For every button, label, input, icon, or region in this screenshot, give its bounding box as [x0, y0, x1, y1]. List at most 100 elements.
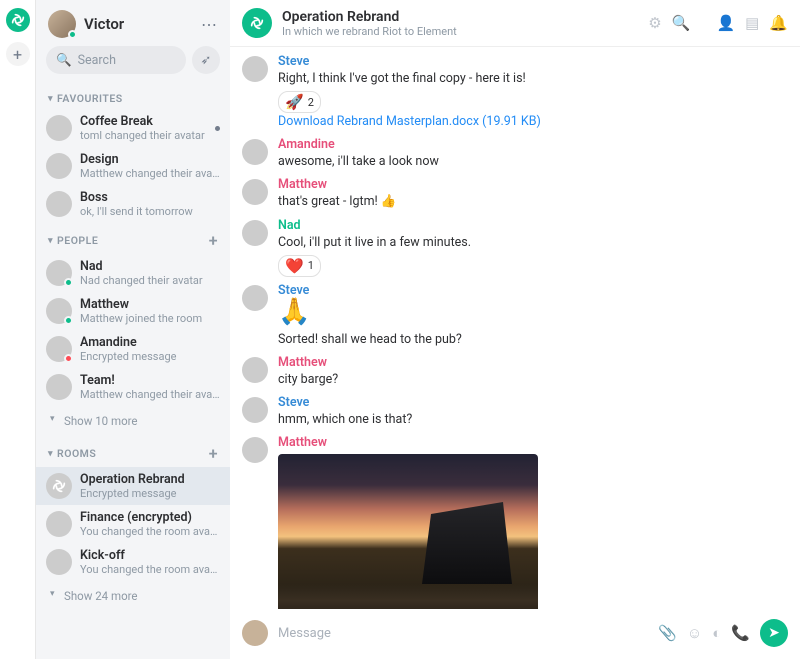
members-icon[interactable]: 👤 — [716, 14, 735, 32]
chevron-down-icon: ▾ — [48, 94, 53, 104]
message-author[interactable]: Matthew — [278, 435, 788, 450]
room-item[interactable]: Coffee Breaktoml changed their avatar — [36, 109, 230, 147]
search-room-icon[interactable]: 🔍 — [672, 14, 691, 32]
create-space-button[interactable]: + — [6, 42, 30, 66]
settings-icon[interactable]: ⚙ — [648, 14, 661, 32]
message: Matthewthat's great - lgtm! 👍 — [242, 174, 788, 214]
message-author[interactable]: Matthew — [278, 355, 788, 370]
room-item-title: Boss — [80, 190, 220, 205]
user-menu-icon[interactable]: ⋯ — [201, 15, 218, 34]
message-text: hmm, which one is that? — [278, 411, 788, 429]
room-item-title: Design — [80, 152, 220, 167]
message: Stevehmm, which one is that? — [242, 392, 788, 432]
room-item-subtitle: Matthew joined the room — [80, 312, 220, 325]
message-avatar[interactable] — [242, 220, 268, 246]
message-author[interactable]: Steve — [278, 54, 788, 69]
message-list[interactable]: SteveRight, I think I've got the final c… — [230, 47, 800, 609]
message: Steve🙏 — [242, 280, 788, 328]
element-logo-icon — [249, 15, 265, 31]
room-item[interactable]: Kick-offYou changed the room avatar — [36, 543, 230, 581]
message-avatar[interactable] — [242, 357, 268, 383]
reaction-pill[interactable]: ❤️1 — [278, 255, 321, 277]
room-item-subtitle: Matthew changed their avatar — [80, 388, 220, 401]
status-indicator — [64, 316, 73, 325]
room-item-title: Coffee Break — [80, 114, 205, 129]
room-item[interactable]: Operation RebrandEncrypted message — [36, 467, 230, 505]
message: Matthew — [242, 432, 788, 609]
spaces-rail: + — [0, 0, 36, 659]
explore-button[interactable]: ➶ — [192, 46, 220, 74]
chevron-down-icon: ▾ — [48, 236, 53, 246]
room-item-subtitle: Encrypted message — [80, 350, 220, 363]
user-avatar[interactable] — [48, 10, 76, 38]
room-item[interactable]: Bossok, I'll send it tomorrow — [36, 185, 230, 223]
message-author[interactable]: Steve — [278, 395, 788, 410]
section-label: ROOMS — [57, 447, 96, 460]
status-indicator — [64, 278, 73, 287]
section-people[interactable]: ▾ PEOPLE + — [36, 223, 230, 254]
attach-icon[interactable]: 📎 — [658, 624, 677, 642]
room-item[interactable]: Finance (encrypted)You changed the room … — [36, 505, 230, 543]
show-more-people[interactable]: ▾Show 10 more — [36, 406, 230, 436]
message-avatar[interactable] — [242, 397, 268, 423]
room-item-subtitle: Matthew changed their avatar — [80, 167, 220, 180]
room-item[interactable]: DesignMatthew changed their avatar — [36, 147, 230, 185]
search-input[interactable]: 🔍 Search — [46, 46, 186, 74]
message-avatar[interactable] — [242, 139, 268, 165]
send-button[interactable]: ➤ — [760, 619, 788, 647]
attachment-link[interactable]: Download Rebrand Masterplan.docx (19.91 … — [278, 113, 788, 131]
notifications-icon[interactable]: 🔔 — [769, 14, 788, 32]
room-item[interactable]: NadNad changed their avatar — [36, 254, 230, 292]
add-person-icon[interactable]: + — [209, 231, 218, 250]
room-item[interactable]: Team!Matthew changed their avatar — [36, 368, 230, 406]
room-item-avatar — [46, 336, 72, 362]
message-author[interactable]: Steve — [278, 283, 788, 298]
message-avatar[interactable] — [242, 179, 268, 205]
message-text: Cool, i'll put it live in a few minutes. — [278, 234, 788, 252]
room-item-avatar — [46, 298, 72, 324]
message-author[interactable]: Nad — [278, 218, 788, 233]
section-favourites[interactable]: ▾ FAVOURITES — [36, 84, 230, 109]
room-item[interactable]: AmandineEncrypted message — [36, 330, 230, 368]
message-emoji: 🙏 — [278, 299, 788, 325]
message-avatar[interactable] — [242, 285, 268, 311]
chevron-down-icon: ▾ — [50, 414, 55, 424]
room-item-avatar — [46, 473, 72, 499]
room-item-title: Matthew — [80, 297, 220, 312]
section-label: PEOPLE — [57, 234, 98, 247]
show-more-rooms[interactable]: ▾Show 24 more — [36, 581, 230, 611]
user-header[interactable]: Victor ⋯ — [36, 0, 230, 46]
room-item-title: Team! — [80, 373, 220, 388]
emoji-icon[interactable]: ☺ — [687, 624, 702, 642]
room-item-subtitle: Nad changed their avatar — [80, 274, 220, 287]
files-icon[interactable]: ▤ — [745, 14, 759, 32]
image-attachment[interactable] — [278, 454, 538, 609]
message-text: awesome, i'll take a look now — [278, 153, 788, 171]
room-avatar[interactable] — [242, 8, 272, 38]
section-rooms[interactable]: ▾ ROOMS + — [36, 436, 230, 467]
space-home-icon[interactable] — [6, 8, 30, 32]
room-item[interactable]: MatthewMatthew joined the room — [36, 292, 230, 330]
search-placeholder: Search — [78, 53, 116, 68]
status-indicator — [68, 30, 77, 39]
room-item-avatar — [46, 260, 72, 286]
composer: Message 📎 ☺ ◐ 📞 ➤ — [230, 609, 800, 659]
room-topic: In which we rebrand Riot to Element — [282, 25, 638, 38]
room-item-subtitle: toml changed their avatar — [80, 129, 205, 142]
message: SteveRight, I think I've got the final c… — [242, 51, 788, 134]
message-input[interactable]: Message — [278, 626, 648, 641]
voice-call-icon[interactable]: 📞 — [731, 624, 750, 642]
room-item-avatar — [46, 115, 72, 141]
message-author[interactable]: Matthew — [278, 177, 788, 192]
section-label: FAVOURITES — [57, 92, 123, 105]
room-item-title: Nad — [80, 259, 220, 274]
message-author[interactable]: Amandine — [278, 137, 788, 152]
reaction-pill[interactable]: 🚀2 — [278, 91, 321, 113]
message-avatar[interactable] — [242, 437, 268, 463]
sticker-icon[interactable]: ◐ — [712, 624, 721, 642]
add-room-icon[interactable]: + — [209, 444, 218, 463]
status-indicator — [64, 354, 73, 363]
message-avatar[interactable] — [242, 56, 268, 82]
unread-indicator — [215, 126, 220, 131]
compass-icon: ➶ — [201, 53, 212, 68]
